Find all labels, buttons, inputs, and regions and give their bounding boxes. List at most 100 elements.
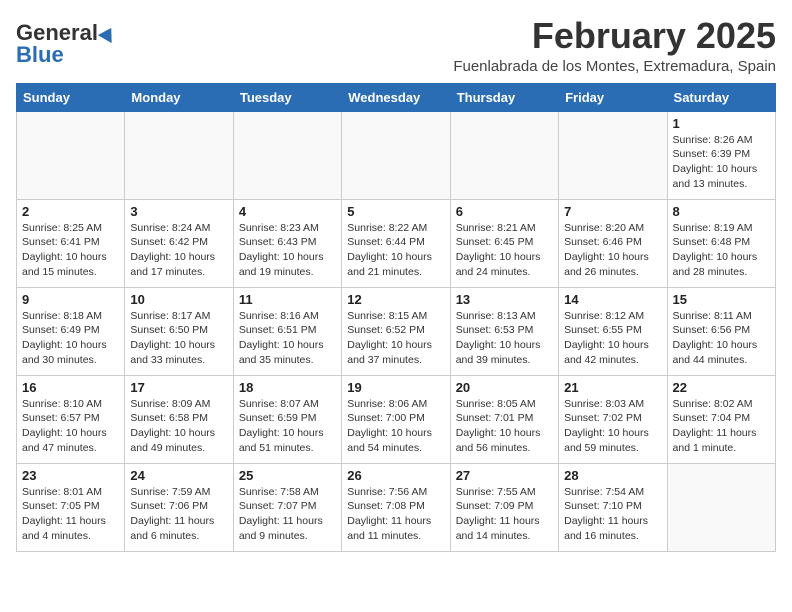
calendar-week-4: 16Sunrise: 8:10 AM Sunset: 6:57 PM Dayli… [17,375,776,463]
day-number: 14 [564,292,661,307]
weekday-header-monday: Monday [125,83,233,111]
calendar-table: SundayMondayTuesdayWednesdayThursdayFrid… [16,83,776,552]
day-info: Sunrise: 8:12 AM Sunset: 6:55 PM Dayligh… [564,309,661,368]
location-subtitle: Fuenlabrada de los Montes, Extremadura, … [453,58,776,75]
day-info: Sunrise: 8:09 AM Sunset: 6:58 PM Dayligh… [130,397,227,456]
calendar-cell: 3Sunrise: 8:24 AM Sunset: 6:42 PM Daylig… [125,199,233,287]
weekday-header-saturday: Saturday [667,83,775,111]
day-number: 23 [22,468,119,483]
day-info: Sunrise: 8:19 AM Sunset: 6:48 PM Dayligh… [673,221,770,280]
calendar-cell: 17 Sunrise: 8:09 AM Sunset: 6:58 PM Dayli… [125,375,233,463]
weekday-header-tuesday: Tuesday [233,83,341,111]
day-number: 15 [673,292,770,307]
calendar-cell: 7 Sunrise: 8:20 AM Sunset: 6:46 PM Daylig… [559,199,667,287]
day-number: 5 [347,204,444,219]
day-number: 16 [22,380,119,395]
day-number: 8 [673,204,770,219]
calendar-cell: 4 Sunrise: 8:23 AM Sunset: 6:43 PM Daylig… [233,199,341,287]
calendar-cell: 27Sunrise: 7:55 AM Sunset: 7:09 PM Dayli… [450,463,558,551]
day-info: Sunrise: 7:59 AM Sunset: 7:06 PM Dayligh… [130,485,227,544]
calendar-week-1: 1 Sunrise: 8:26 AM Sunset: 6:39 PM Daylig… [17,111,776,199]
day-info: Sunrise: 8:20 AM Sunset: 6:46 PM Dayligh… [564,221,661,280]
calendar-cell: 15 Sunrise: 8:11 AM Sunset: 6:56 PM Dayli… [667,287,775,375]
day-number: 28 [564,468,661,483]
logo-triangle-icon [98,23,118,42]
day-info: Sunrise: 8:17 AM Sunset: 6:50 PM Dayligh… [130,309,227,368]
day-number: 19 [347,380,444,395]
day-info: Sunrise: 8:13 AM Sunset: 6:53 PM Dayligh… [456,309,553,368]
day-info: Sunrise: 8:05 AM Sunset: 7:01 PM Dayligh… [456,397,553,456]
title-area: February 2025 Fuenlabrada de los Montes,… [453,16,776,75]
calendar-week-5: 23 Sunrise: 8:01 AM Sunset: 7:05 PM Dayli… [17,463,776,551]
calendar-cell: 14 Sunrise: 8:12 AM Sunset: 6:55 PM Dayli… [559,287,667,375]
day-number: 13 [456,292,553,307]
calendar-cell: 20 Sunrise: 8:05 AM Sunset: 7:01 PM Dayli… [450,375,558,463]
day-info: Sunrise: 8:07 AM Sunset: 6:59 PM Dayligh… [239,397,336,456]
day-info: Sunrise: 8:21 AM Sunset: 6:45 PM Dayligh… [456,221,553,280]
calendar-cell: 23 Sunrise: 8:01 AM Sunset: 7:05 PM Dayli… [17,463,125,551]
calendar-cell: 11Sunrise: 8:16 AM Sunset: 6:51 PM Dayli… [233,287,341,375]
calendar-cell [667,463,775,551]
day-info: Sunrise: 8:22 AM Sunset: 6:44 PM Dayligh… [347,221,444,280]
calendar-cell: 5 Sunrise: 8:22 AM Sunset: 6:44 PM Daylig… [342,199,450,287]
day-number: 10 [130,292,227,307]
day-info: Sunrise: 8:03 AM Sunset: 7:02 PM Dayligh… [564,397,661,456]
calendar-cell: 12Sunrise: 8:15 AM Sunset: 6:52 PM Dayli… [342,287,450,375]
calendar-cell: 10 Sunrise: 8:17 AM Sunset: 6:50 PM Dayli… [125,287,233,375]
calendar-cell: 8 Sunrise: 8:19 AM Sunset: 6:48 PM Daylig… [667,199,775,287]
calendar-cell [559,111,667,199]
day-number: 6 [456,204,553,219]
day-info: Sunrise: 8:23 AM Sunset: 6:43 PM Dayligh… [239,221,336,280]
month-title: February 2025 [453,16,776,56]
day-info: Sunrise: 7:55 AM Sunset: 7:09 PM Dayligh… [456,485,553,544]
day-number: 2 [22,204,119,219]
day-info: Sunrise: 8:06 AM Sunset: 7:00 PM Dayligh… [347,397,444,456]
day-number: 7 [564,204,661,219]
calendar-cell: 24 Sunrise: 7:59 AM Sunset: 7:06 PM Dayli… [125,463,233,551]
day-info: Sunrise: 8:01 AM Sunset: 7:05 PM Dayligh… [22,485,119,544]
day-info: Sunrise: 8:26 AM Sunset: 6:39 PM Dayligh… [673,133,770,192]
calendar-cell: 1 Sunrise: 8:26 AM Sunset: 6:39 PM Daylig… [667,111,775,199]
calendar-cell: 9 Sunrise: 8:18 AM Sunset: 6:49 PM Daylig… [17,287,125,375]
day-info: Sunrise: 7:58 AM Sunset: 7:07 PM Dayligh… [239,485,336,544]
calendar-cell: 25 Sunrise: 7:58 AM Sunset: 7:07 PM Dayli… [233,463,341,551]
day-info: Sunrise: 8:11 AM Sunset: 6:56 PM Dayligh… [673,309,770,368]
day-number: 9 [22,292,119,307]
page-header: General Blue February 2025 Fuenlabrada d… [16,16,776,75]
weekday-header-wednesday: Wednesday [342,83,450,111]
calendar-cell: 21 Sunrise: 8:03 AM Sunset: 7:02 PM Dayli… [559,375,667,463]
calendar-cell: 6 Sunrise: 8:21 AM Sunset: 6:45 PM Daylig… [450,199,558,287]
day-number: 11 [239,292,336,307]
day-number: 25 [239,468,336,483]
day-info: Sunrise: 8:02 AM Sunset: 7:04 PM Dayligh… [673,397,770,456]
day-number: 20 [456,380,553,395]
calendar-cell [17,111,125,199]
day-number: 22 [673,380,770,395]
day-number: 1 [673,116,770,131]
day-info: Sunrise: 8:18 AM Sunset: 6:49 PM Dayligh… [22,309,119,368]
day-number: 4 [239,204,336,219]
day-number: 18 [239,380,336,395]
day-info: Sunrise: 7:54 AM Sunset: 7:10 PM Dayligh… [564,485,661,544]
calendar-cell: 19 Sunrise: 8:06 AM Sunset: 7:00 PM Dayli… [342,375,450,463]
weekday-header-sunday: Sunday [17,83,125,111]
calendar-cell: 16Sunrise: 8:10 AM Sunset: 6:57 PM Dayli… [17,375,125,463]
calendar-cell: 13 Sunrise: 8:13 AM Sunset: 6:53 PM Dayli… [450,287,558,375]
day-info: Sunrise: 8:24 AM Sunset: 6:42 PM Dayligh… [130,221,227,280]
day-number: 24 [130,468,227,483]
calendar-cell [450,111,558,199]
day-number: 12 [347,292,444,307]
calendar-cell: 18 Sunrise: 8:07 AM Sunset: 6:59 PM Dayli… [233,375,341,463]
calendar-cell [125,111,233,199]
day-number: 26 [347,468,444,483]
weekday-header-row: SundayMondayTuesdayWednesdayThursdayFrid… [17,83,776,111]
calendar-week-3: 9 Sunrise: 8:18 AM Sunset: 6:49 PM Daylig… [17,287,776,375]
calendar-cell: 2 Sunrise: 8:25 AM Sunset: 6:41 PM Daylig… [17,199,125,287]
weekday-header-thursday: Thursday [450,83,558,111]
day-info: Sunrise: 8:25 AM Sunset: 6:41 PM Dayligh… [22,221,119,280]
logo: General Blue [16,16,116,68]
calendar-cell [233,111,341,199]
day-number: 21 [564,380,661,395]
day-number: 17 [130,380,227,395]
calendar-cell: 26Sunrise: 7:56 AM Sunset: 7:08 PM Dayli… [342,463,450,551]
